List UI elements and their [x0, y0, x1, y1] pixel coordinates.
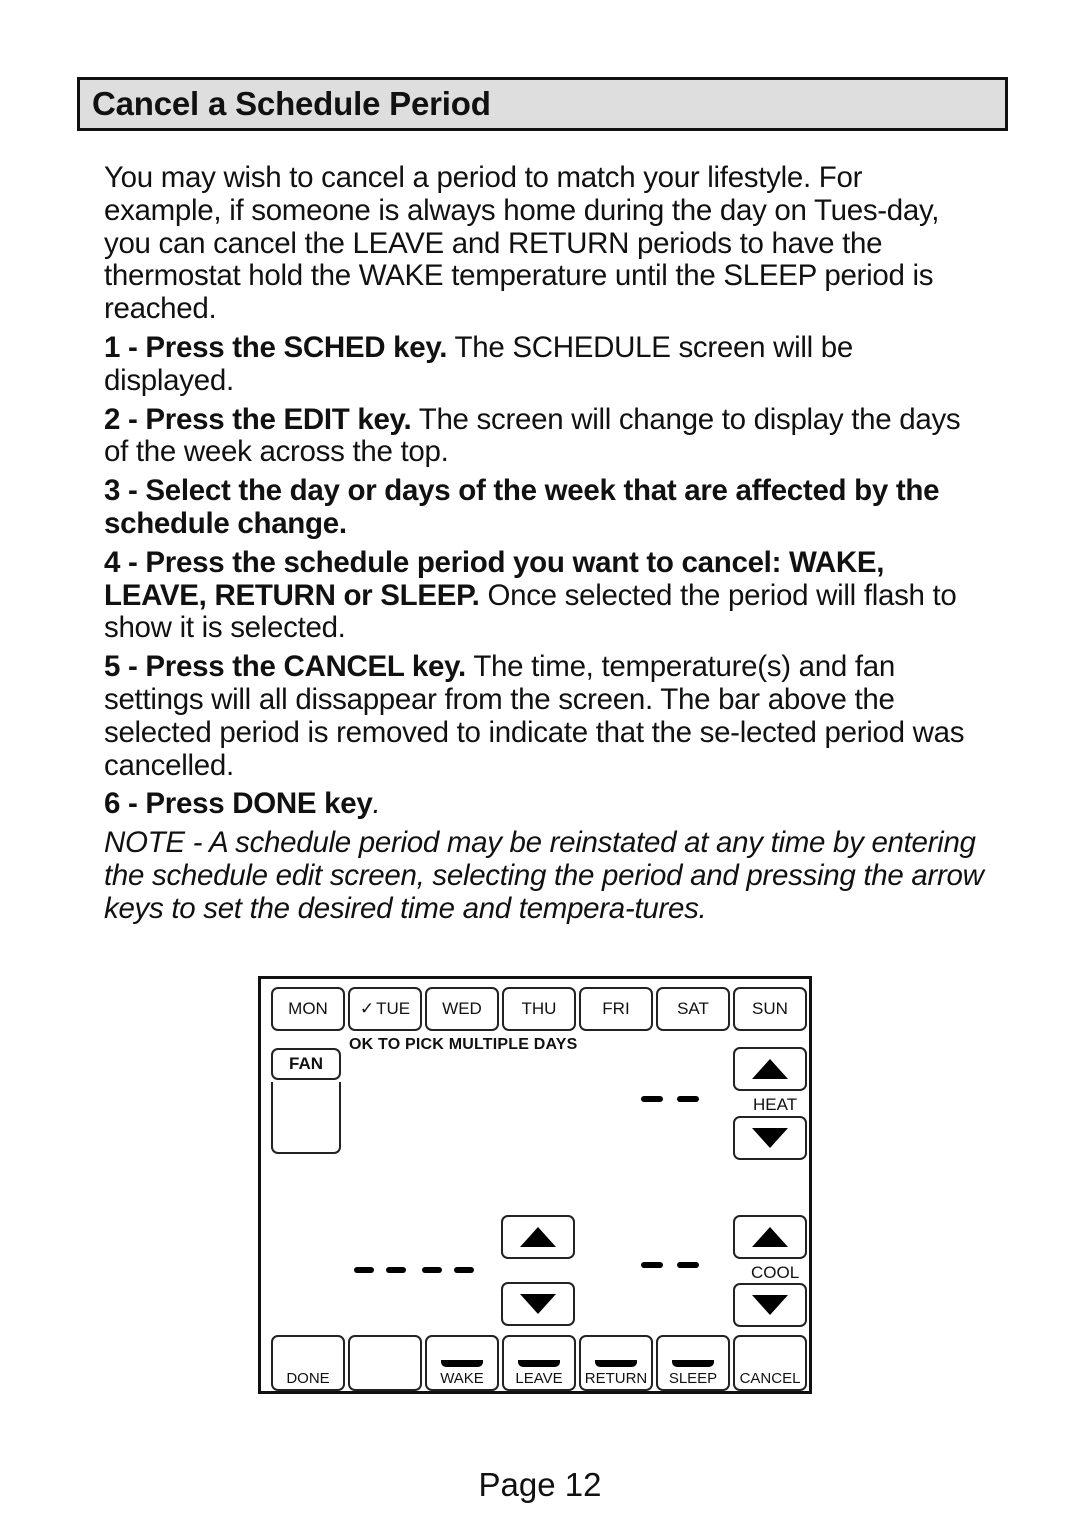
page-number: Page 12: [478, 1466, 602, 1503]
step-2: 2 - Press the EDIT key. The screen will …: [104, 402, 984, 470]
step-2-bold: 2 - Press the EDIT key.: [104, 402, 412, 436]
return-key[interactable]: RETURN: [579, 1335, 653, 1391]
leave-key[interactable]: LEAVE: [502, 1335, 576, 1391]
step-3-bold: 3 - Select the day or days of the week t…: [104, 474, 940, 540]
note-paragraph: NOTE - A schedule period may be reinstat…: [104, 826, 984, 925]
heat-label: HEAT: [753, 1095, 798, 1114]
wake-key[interactable]: WAKE: [425, 1335, 499, 1391]
cool-down-button[interactable]: [733, 1283, 807, 1327]
day-key-mon[interactable]: MON: [271, 987, 345, 1031]
key-label: SLEEP: [668, 1370, 718, 1387]
blank-key[interactable]: [348, 1335, 422, 1391]
arrow-up-icon: [520, 1227, 556, 1247]
cool-up-button[interactable]: [733, 1215, 807, 1259]
day-key-sat[interactable]: SAT: [656, 987, 730, 1031]
step-4: 4 - Press the schedule period you want t…: [104, 546, 984, 645]
day-label: WED: [442, 999, 482, 1018]
cool-setpoint-dash: [641, 1262, 663, 1268]
step-6-bold: 6 - Press DONE key: [104, 787, 373, 821]
arrow-up-icon: [752, 1227, 788, 1247]
period-active-bar: [595, 1360, 637, 1367]
thermostat-screen-diagram: MON ✓ TUE WED THU FRI SAT SUN OK TO PICK …: [258, 976, 812, 1394]
heat-setpoint-dash: [641, 1096, 663, 1102]
section-title-box: Cancel a Schedule Period: [77, 77, 1008, 131]
done-key[interactable]: DONE: [271, 1335, 345, 1391]
multiple-days-hint: OK TO PICK MULTIPLE DAYS: [349, 1036, 578, 1053]
key-label: WAKE: [440, 1370, 484, 1387]
key-label: RETURN: [584, 1370, 648, 1387]
day-key-thu[interactable]: THU: [502, 987, 576, 1031]
day-key-tue[interactable]: ✓ TUE: [348, 987, 422, 1031]
arrow-down-icon: [520, 1294, 556, 1314]
day-label: TUE: [376, 999, 411, 1018]
period-active-bar: [518, 1360, 560, 1367]
time-display-dash: [454, 1267, 474, 1273]
fan-key[interactable]: FAN: [271, 1048, 341, 1080]
period-active-bar: [441, 1360, 483, 1367]
cancel-key[interactable]: CANCEL: [733, 1335, 807, 1391]
time-down-button[interactable]: [501, 1282, 575, 1326]
fan-setting-display: [271, 1082, 341, 1154]
intro-paragraph: You may wish to cancel a period to match…: [104, 161, 940, 326]
cool-label: COOL: [751, 1263, 800, 1282]
step-6: 6 - Press DONE key.: [104, 787, 984, 821]
checkmark-icon: ✓: [359, 999, 375, 1018]
period-active-bar: [672, 1360, 714, 1367]
step-5-bold: 5 - Press the CANCEL key.: [104, 650, 466, 684]
heat-up-button[interactable]: [733, 1047, 807, 1091]
instructions: You may wish to cancel a period to match…: [104, 161, 984, 932]
time-display-dash: [422, 1267, 442, 1273]
day-label: FRI: [602, 999, 630, 1018]
day-key-sun[interactable]: SUN: [733, 987, 807, 1031]
key-label: CANCEL: [739, 1370, 801, 1387]
arrow-up-icon: [752, 1059, 788, 1079]
step-1: 1 - Press the SCHED key. The SCHEDULE sc…: [104, 330, 984, 398]
step-1-bold: 1 - Press the SCHED key.: [104, 330, 448, 364]
time-display-dash: [386, 1267, 406, 1273]
arrow-down-icon: [752, 1128, 788, 1148]
sleep-key[interactable]: SLEEP: [656, 1335, 730, 1391]
time-up-button[interactable]: [501, 1215, 575, 1259]
day-key-wed[interactable]: WED: [425, 987, 499, 1031]
day-label: SAT: [677, 999, 709, 1018]
day-key-fri[interactable]: FRI: [579, 987, 653, 1031]
heat-setpoint-dash: [677, 1096, 699, 1102]
day-label: THU: [521, 999, 557, 1018]
key-label: DONE: [286, 1370, 330, 1387]
step-3: 3 - Select the day or days of the week t…: [104, 474, 984, 541]
day-label: MON: [288, 999, 328, 1018]
step-5: 5 - Press the CANCEL key. The time, temp…: [104, 650, 984, 782]
arrow-down-icon: [752, 1295, 788, 1315]
time-display-dash: [354, 1267, 374, 1273]
cool-setpoint-dash: [677, 1262, 699, 1268]
day-label: SUN: [752, 999, 788, 1018]
step-6-text: .: [372, 787, 381, 821]
heat-down-button[interactable]: [733, 1116, 807, 1160]
section-title: Cancel a Schedule Period: [92, 85, 491, 122]
key-label: LEAVE: [515, 1370, 563, 1387]
